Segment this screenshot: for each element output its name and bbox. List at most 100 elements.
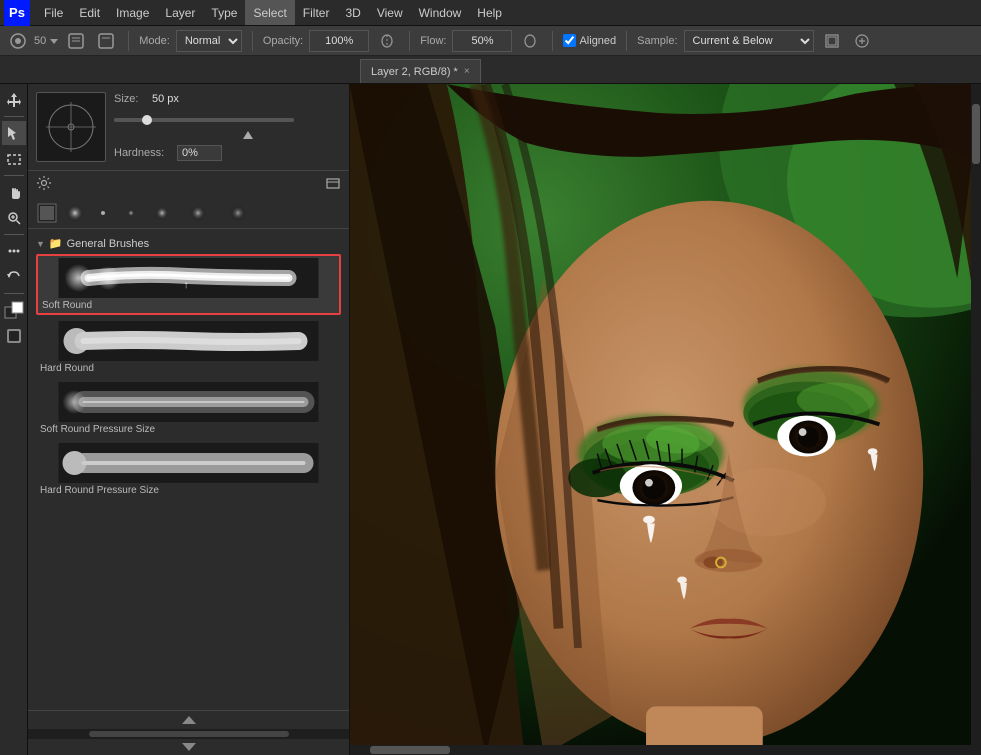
hard-round-preview [40, 321, 337, 361]
left-toolbar [0, 84, 28, 755]
brush-preset-swatch-7[interactable] [220, 202, 256, 224]
tab-close-btn[interactable]: × [464, 66, 470, 77]
brush-preset-swatch-3[interactable] [92, 202, 114, 224]
category-folder-icon: 📁 [49, 237, 63, 250]
separator-2 [252, 31, 253, 51]
tool-preset-icon[interactable] [6, 29, 30, 53]
brush-preset-swatch-2[interactable] [64, 202, 86, 224]
brush-item-soft-round[interactable]: ↑ Soft Round [36, 254, 341, 315]
scroll-down-arrow-icon[interactable] [181, 742, 197, 752]
brush-name-hard-round-pressure: Hard Round Pressure Size [40, 485, 159, 496]
tool-zoom[interactable] [2, 206, 26, 230]
document-tab[interactable]: Layer 2, RGB/8) * × [360, 59, 481, 83]
brush-name-hard-round: Hard Round [40, 363, 94, 374]
size-label: Size: [114, 93, 144, 105]
chevron-down-icon [50, 37, 58, 45]
toolbar-separator-2 [4, 175, 24, 176]
menu-window[interactable]: Window [411, 0, 470, 25]
brush-item-hard-round[interactable]: Hard Round [36, 319, 341, 376]
brush-size-row: Size: 50 px [114, 93, 341, 105]
tool-fg-bg[interactable] [2, 298, 26, 322]
menu-file[interactable]: File [36, 0, 71, 25]
brush-name-soft-round: Soft Round [42, 300, 92, 311]
brush-category-general: ▼ 📁 General Brushes [28, 233, 349, 506]
brush-item-hard-round-pressure[interactable]: Hard Round Pressure Size [36, 441, 341, 498]
menu-layer[interactable]: Layer [157, 0, 203, 25]
canvas-area [350, 84, 981, 755]
hard-round-pressure-preview [40, 443, 337, 483]
brush-preview-row: Size: 50 px Hardness: [36, 92, 341, 162]
tab-bar: Layer 2, RGB/8) * × [0, 56, 981, 84]
brush-preset-swatch-5[interactable] [148, 202, 176, 224]
menu-select[interactable]: Select [245, 0, 294, 25]
category-chevron-icon: ▼ [36, 239, 45, 249]
brush-preset-swatch-6[interactable] [182, 202, 214, 224]
opacity-input[interactable] [309, 30, 369, 52]
brush-preview-section: Size: 50 px Hardness: [28, 84, 349, 171]
tool-rectangle-select[interactable] [2, 147, 26, 171]
tool-hand[interactable] [2, 180, 26, 204]
brush-item-soft-round-pressure[interactable]: Soft Round Pressure Size [36, 380, 341, 437]
tool-quick-mask[interactable] [2, 324, 26, 348]
brush-circle-preview [36, 92, 106, 162]
menu-3d[interactable]: 3D [337, 0, 368, 25]
canvas-hscrollbar[interactable] [350, 745, 981, 755]
separator-1 [128, 31, 129, 51]
brush-size-display: 50 [34, 35, 46, 47]
menu-view[interactable]: View [369, 0, 411, 25]
sample-all-layers-btn[interactable] [820, 29, 844, 53]
brush-preset-swatch-1[interactable] [36, 202, 58, 224]
brush-preset-swatch-4[interactable] [120, 202, 142, 224]
healing-options-btn[interactable] [850, 29, 874, 53]
load-brush-btn[interactable] [94, 29, 118, 53]
hardness-label: Hardness: [114, 147, 169, 159]
tool-select[interactable] [2, 121, 26, 145]
opacity-pressure-btn[interactable] [375, 29, 399, 53]
tool-move[interactable] [2, 88, 26, 112]
category-header[interactable]: ▼ 📁 General Brushes [36, 237, 341, 250]
brush-name-soft-round-pressure: Soft Round Pressure Size [40, 424, 155, 435]
aligned-label-text: Aligned [579, 35, 616, 47]
menu-filter[interactable]: Filter [295, 0, 338, 25]
size-triangle [243, 131, 253, 139]
hardness-row: Hardness: [114, 145, 341, 161]
brush-settings-gear-icon[interactable] [36, 175, 52, 194]
menu-type[interactable]: Type [203, 0, 245, 25]
toolbar-separator-4 [4, 293, 24, 294]
scroll-up-arrow-icon[interactable] [181, 715, 197, 725]
flow-label: Flow: [420, 35, 446, 47]
face-canvas [350, 84, 981, 755]
aligned-checkbox[interactable] [563, 34, 576, 47]
mode-dropdown[interactable]: Normal [176, 30, 242, 52]
size-slider[interactable] [114, 118, 294, 122]
separator-3 [409, 31, 410, 51]
flow-pressure-btn[interactable] [518, 29, 542, 53]
menu-edit[interactable]: Edit [71, 0, 108, 25]
tool-preset-picker[interactable]: 50 [6, 29, 58, 53]
flow-input[interactable] [452, 30, 512, 52]
main-layout: Size: 50 px Hardness: [0, 84, 981, 755]
brush-preset-btn[interactable] [64, 29, 88, 53]
brush-panel-expand-icon[interactable] [325, 175, 341, 194]
brush-list-container[interactable]: ▼ 📁 General Brushes [28, 229, 349, 710]
hscrollbar-thumb[interactable] [370, 746, 450, 754]
mode-label: Mode: [139, 35, 170, 47]
aligned-checkbox-label[interactable]: Aligned [563, 34, 616, 47]
options-bar: 50 Mode: Normal Opacity: Flow: Aligned S… [0, 26, 981, 56]
sample-dropdown[interactable]: Current & Below [684, 30, 814, 52]
separator-4 [552, 31, 553, 51]
h-scrollbar-thumb[interactable] [89, 731, 289, 737]
soft-round-pressure-preview [40, 382, 337, 422]
toolbar-separator-3 [4, 234, 24, 235]
vscrollbar-thumb[interactable] [972, 104, 980, 164]
sample-label: Sample: [637, 35, 677, 47]
canvas-vscrollbar[interactable] [971, 84, 981, 755]
ps-logo: Ps [4, 0, 30, 26]
menu-help[interactable]: Help [469, 0, 510, 25]
tool-more[interactable] [2, 239, 26, 263]
menu-image[interactable]: Image [108, 0, 157, 25]
tool-undo[interactable] [2, 265, 26, 289]
hardness-input[interactable] [177, 145, 222, 161]
svg-text:↑: ↑ [184, 280, 189, 291]
panel-settings-row [28, 171, 349, 198]
